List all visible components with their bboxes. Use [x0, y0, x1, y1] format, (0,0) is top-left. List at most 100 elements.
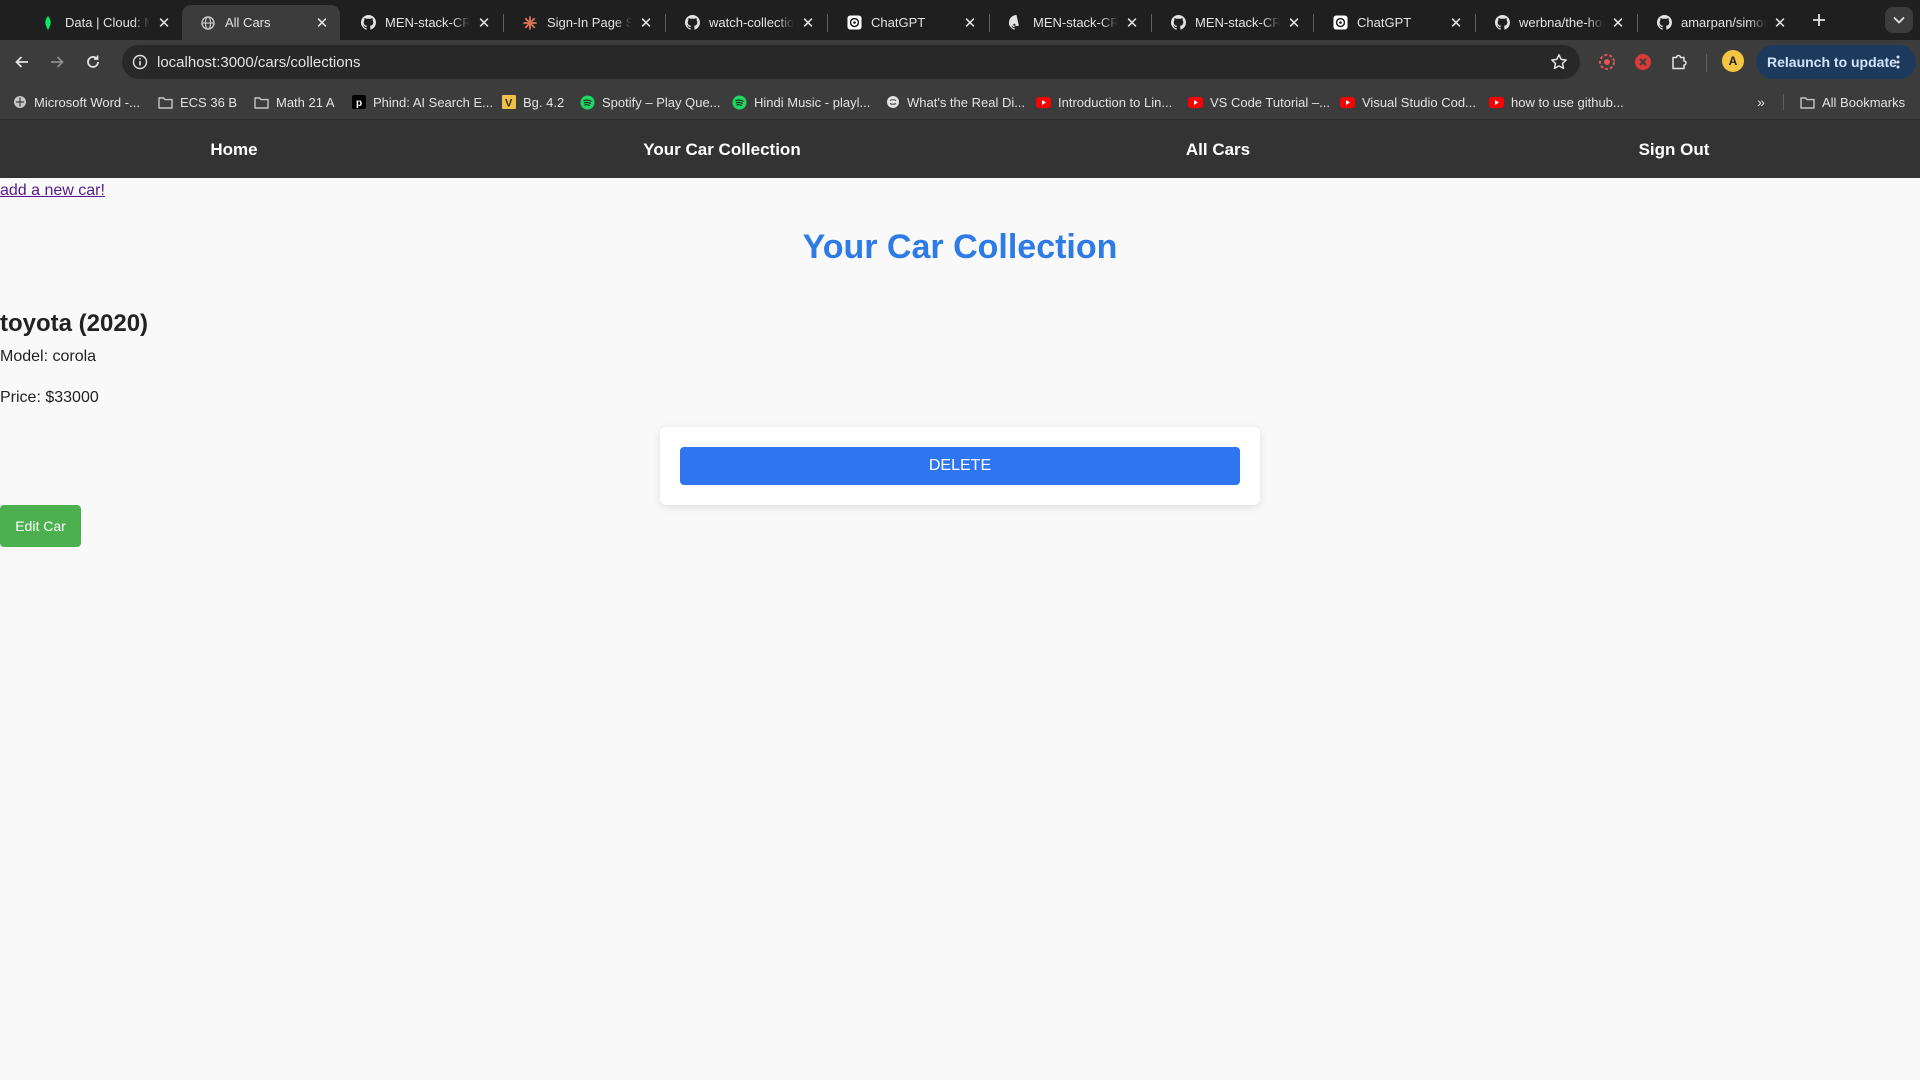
tab-title: watch-collection: [709, 15, 794, 30]
car-model: Model: corola: [0, 348, 97, 365]
bookmark-label: Phind: AI Search E...: [373, 94, 493, 110]
github-icon: [684, 15, 700, 31]
spotify-icon: [732, 95, 747, 110]
tab-title: Sign-In Page St: [547, 15, 632, 30]
chevron-double-right-icon[interactable]: »: [1752, 93, 1770, 111]
close-icon[interactable]: ✕: [962, 15, 978, 32]
browser-tab[interactable]: MEN-stack-CRU ✕: [990, 5, 1150, 40]
bookmark-item[interactable]: how to use github...: [1489, 93, 1624, 111]
tab-title: amarpan/simon: [1681, 15, 1766, 30]
mongodb-leaf-icon: [40, 15, 56, 31]
extensions-puzzle-icon[interactable]: [1667, 50, 1691, 74]
youtube-icon: [1188, 95, 1203, 110]
bookmark-label: ECS 36 B: [180, 94, 238, 110]
globe-icon: [12, 95, 27, 110]
all-bookmarks-folder[interactable]: All Bookmarks: [1800, 93, 1905, 111]
bookmark-item[interactable]: Visual Studio Cod...: [1340, 93, 1476, 111]
bookmark-item[interactable]: Introduction to Lin...: [1036, 93, 1172, 111]
bookmark-label: how to use github...: [1511, 94, 1624, 110]
page-content: Home Your Car Collection All Cars Sign O…: [0, 120, 1920, 1080]
bookmark-item[interactable]: Spotify – Play Que...: [580, 93, 721, 111]
bookmark-label: Math 21 A: [276, 94, 335, 110]
tab-title: Data | Cloud: Mo: [65, 15, 150, 30]
address-bar[interactable]: localhost:3000/cars/collections: [122, 45, 1580, 79]
browser-tab[interactable]: werbna/the-hom ✕: [1476, 5, 1636, 40]
browser-tab[interactable]: Sign-In Page St ✕: [504, 5, 664, 40]
relaunch-to-update-button[interactable]: Relaunch to update: [1756, 45, 1916, 79]
spotify-icon: [580, 95, 595, 110]
profile-avatar[interactable]: A: [1722, 50, 1744, 72]
forward-button[interactable]: [43, 48, 71, 76]
folder-icon: [1800, 95, 1815, 110]
close-icon[interactable]: ✕: [156, 15, 172, 32]
browser-tab[interactable]: Data | Cloud: Mo ✕: [22, 5, 182, 40]
browser-tab[interactable]: ChatGPT ✕: [828, 5, 988, 40]
vedabase-icon: V: [501, 95, 516, 110]
extension-record-icon[interactable]: [1595, 50, 1619, 74]
plus-icon: [1813, 14, 1825, 26]
browser-tab[interactable]: amarpan/simon ✕: [1638, 5, 1798, 40]
chevron-down-icon: [1893, 16, 1905, 24]
github-icon: [360, 15, 376, 31]
bookmark-item[interactable]: V Bg. 4.2: [501, 93, 564, 111]
bookmark-label: All Bookmarks: [1822, 94, 1906, 110]
browser-tab[interactable]: watch-collection ✕: [666, 5, 826, 40]
url-text[interactable]: localhost:3000/cars/collections: [157, 54, 360, 71]
bookmark-star-icon[interactable]: [1548, 51, 1570, 73]
nav-all-cars-link[interactable]: All Cars: [1186, 140, 1250, 160]
bookmark-label: What's the Real Di...: [907, 94, 1026, 110]
add-new-car-link[interactable]: add a new car!: [0, 182, 105, 200]
close-icon[interactable]: ✕: [1448, 15, 1464, 32]
browser-tab-strip: Data | Cloud: Mo ✕ All Cars ✕ MEN-stack-…: [0, 0, 1920, 40]
bookmark-item[interactable]: ECS 36 B: [158, 93, 237, 111]
tab-title: ChatGPT: [871, 15, 926, 30]
avatar-letter: A: [1728, 54, 1738, 68]
tab-title: werbna/the-hom: [1519, 15, 1604, 30]
bookmark-item[interactable]: What's the Real Di...: [885, 93, 1025, 111]
new-tab-button[interactable]: [1807, 8, 1831, 32]
close-icon[interactable]: ✕: [1124, 15, 1140, 32]
bookmark-label: Spotify – Play Que...: [602, 94, 721, 110]
relaunch-label: Relaunch to update: [1767, 54, 1897, 70]
browser-tab-active[interactable]: All Cars ✕: [182, 5, 340, 40]
tab-title: All Cars: [225, 15, 271, 30]
bookmark-item[interactable]: Microsoft Word -...: [12, 93, 140, 111]
bookmark-item[interactable]: Hindi Music - playl...: [732, 93, 870, 111]
globe-icon: [885, 95, 900, 110]
reload-button[interactable]: [79, 48, 107, 76]
site-info-icon[interactable]: [130, 52, 150, 72]
tab-title: ChatGPT: [1357, 15, 1412, 30]
globe-icon: [200, 15, 216, 31]
claude-icon: [522, 15, 538, 31]
close-icon[interactable]: ✕: [476, 15, 492, 32]
close-icon[interactable]: ✕: [314, 15, 330, 32]
delete-button[interactable]: DELETE: [680, 447, 1240, 485]
tab-title: MEN-stack-CRU: [1033, 15, 1118, 30]
bookmark-item[interactable]: VS Code Tutorial –...: [1188, 93, 1330, 111]
browser-tab[interactable]: ChatGPT ✕: [1314, 5, 1474, 40]
close-icon[interactable]: ✕: [1610, 15, 1626, 32]
bookmark-label: VS Code Tutorial –...: [1210, 94, 1330, 110]
close-icon[interactable]: ✕: [800, 15, 816, 32]
close-icon[interactable]: ✕: [1286, 15, 1302, 32]
toolbar-divider: [1706, 54, 1707, 72]
bookmarks-divider: [1783, 94, 1784, 110]
nav-home-link[interactable]: Home: [210, 140, 257, 160]
tab-search-button[interactable]: [1885, 7, 1913, 33]
edit-car-button[interactable]: Edit Car: [0, 505, 81, 547]
close-icon[interactable]: ✕: [638, 15, 654, 32]
extension-blocker-icon[interactable]: [1631, 50, 1655, 74]
browser-tab[interactable]: MEN-stack-CRU ✕: [1152, 5, 1312, 40]
close-icon[interactable]: ✕: [1772, 15, 1788, 32]
bookmarks-bar: Microsoft Word -... ECS 36 B Math 21 A p…: [0, 84, 1920, 120]
bookmark-label: Bg. 4.2: [523, 94, 565, 110]
reload-icon: [87, 55, 99, 68]
github-icon: [1494, 15, 1510, 31]
youtube-icon: [1036, 95, 1051, 110]
browser-tab[interactable]: MEN-stack-CRU ✕: [342, 5, 502, 40]
bookmark-item[interactable]: Math 21 A: [254, 93, 335, 111]
nav-sign-out-link[interactable]: Sign Out: [1639, 140, 1710, 160]
bookmark-item[interactable]: p Phind: AI Search E...: [351, 93, 493, 111]
nav-collection-link[interactable]: Your Car Collection: [643, 140, 800, 160]
back-button[interactable]: [8, 48, 36, 76]
